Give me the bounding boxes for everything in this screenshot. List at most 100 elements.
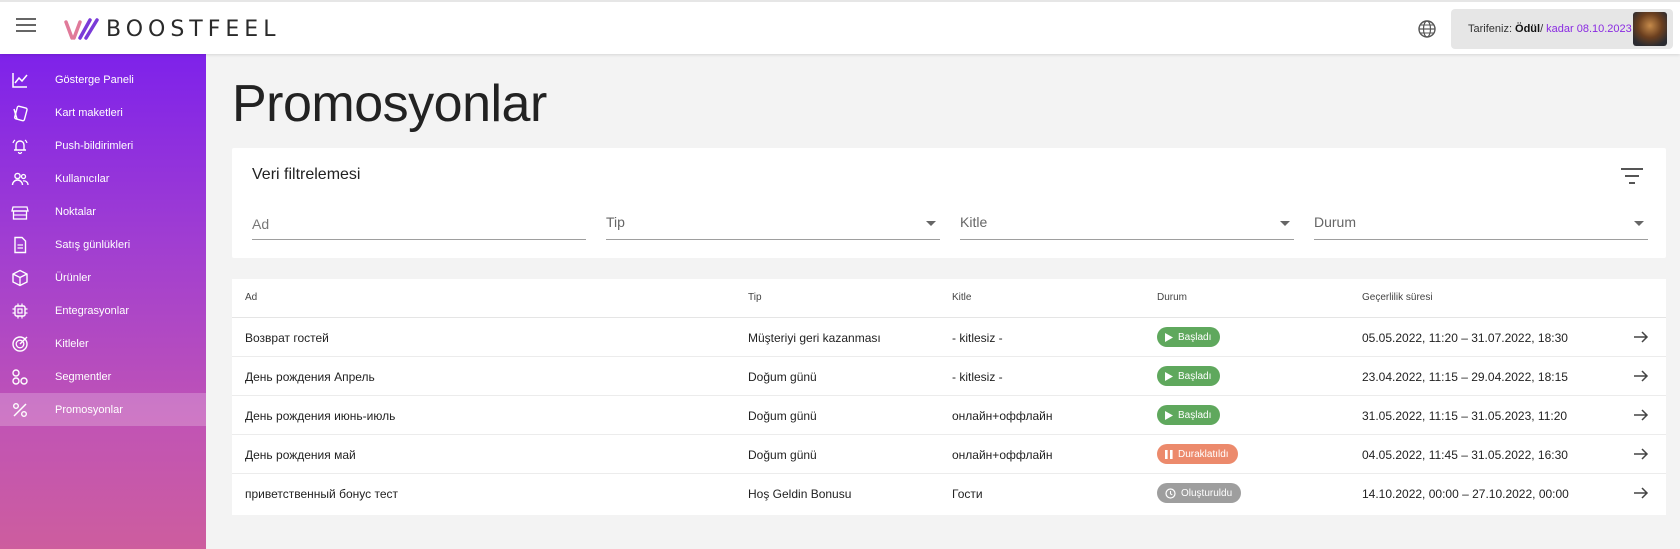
chevron-down-icon [1280,221,1290,226]
sidebar-item-dashboard[interactable]: Gösterge Paneli [0,63,206,96]
arrow-right-icon[interactable] [1633,368,1649,384]
sidebar-item-segments[interactable]: Segmentler [0,360,206,393]
promo-type: Doğum günü [748,409,817,423]
column-header-audience[interactable]: Kitle [952,292,971,303]
column-header-name[interactable]: Ad [245,292,257,303]
arrow-right-icon[interactable] [1633,329,1649,345]
sidebar: Gösterge Paneli Kart maketleri Push-bild… [0,54,206,549]
status-badge: Başladı [1157,366,1221,386]
promo-name: День рождения Апрель [245,370,375,384]
promo-validity: 05.05.2022, 11:20 – 31.07.2022, 18:30 [1362,331,1568,345]
page-title: Promosyonlar [232,75,547,133]
box-icon [12,269,28,286]
cards-icon [13,105,28,121]
status-badge: Başladı [1157,405,1221,425]
promo-validity: 23.04.2022, 11:15 – 29.04.2022, 18:15 [1362,370,1568,384]
logo-mark-icon [64,18,99,40]
tariff-label: Tarifeniz: [1468,23,1513,35]
brand-name: BOOSTFEEL [106,16,281,42]
sidebar-item-label: Kart maketleri [55,106,123,119]
name-field[interactable] [252,214,586,240]
sidebar-item-promotions[interactable]: Promosyonlar [0,393,206,426]
clock-icon [1165,487,1176,499]
arrow-right-icon[interactable] [1633,485,1649,501]
document-icon [14,236,27,253]
segments-icon [12,368,28,385]
sidebar-item-label: Promosyonlar [55,403,123,416]
status-select[interactable]: Durum [1314,214,1648,240]
promo-audience: - kitlesiz - [952,331,1003,345]
type-select-label: Tip [606,214,625,230]
status-badge: Oluşturuldu [1157,483,1242,503]
status-badge: Başladı [1157,327,1221,347]
sidebar-item-integrations[interactable]: Entegrasyonlar [0,294,206,327]
play-icon [1165,371,1173,381]
filter-card: Veri filtrelemesi Tip Kitle Durum [232,148,1666,258]
chip-icon [12,303,28,318]
status-badge: Duraklatıldı [1157,444,1238,464]
table-row[interactable]: День рождения июнь-июль Doğum günü онлайн+… [232,396,1666,435]
top-bar: BOOSTFEEL Tarifeniz: Ödül / kadar 08.10.… [0,0,1680,54]
table-row[interactable]: День рождения Апрель Doğum günü - kitlesiz… [232,357,1666,396]
promo-name: приветственный бонус тест [245,487,398,501]
menu-icon[interactable] [16,18,36,36]
sidebar-item-label: Ürünler [55,271,92,284]
promo-validity: 04.05.2022, 11:45 – 31.05.2022, 16:30 [1362,448,1568,462]
table-row[interactable]: приветственный бонус тест Hoş Geldin Bonu… [232,474,1666,513]
sidebar-item-label: Gösterge Paneli [55,73,134,86]
table-header: Ad Tip Kitle Durum Geçerlilik süresi [232,279,1666,318]
promo-validity: 14.10.2022, 00:00 – 27.10.2022, 00:00 [1362,487,1569,501]
arrow-right-icon[interactable] [1633,446,1649,462]
status-badge-label: Başladı [1178,409,1212,421]
audience-select-label: Kitle [960,214,988,230]
promo-audience: Гости [952,487,983,501]
arrow-right-icon[interactable] [1633,407,1649,423]
type-select[interactable]: Tip [606,214,940,240]
sidebar-item-card-templates[interactable]: Kart maketleri [0,96,206,129]
table-row[interactable]: Возврат гостей Müşteriyi geri kazanması - … [232,318,1666,357]
table-row[interactable]: День рождения май Doğum günü онлайн+оффлай… [232,435,1666,474]
avatar[interactable] [1633,12,1667,46]
sidebar-item-label: Satış günlükleri [55,238,131,251]
globe-icon[interactable] [1417,19,1437,39]
pause-icon [1165,449,1173,459]
sidebar-item-label: Kullanıcılar [55,172,110,185]
promo-name: День рождения июнь-июль [245,409,396,423]
status-badge-label: Duraklatıldı [1178,448,1229,460]
sidebar-item-label: Push-bildirimleri [55,139,134,152]
column-header-validity[interactable]: Geçerlilik süresi [1362,292,1433,303]
sidebar-item-push[interactable]: Push-bildirimleri [0,129,206,162]
filter-title: Veri filtrelemesi [252,166,361,183]
sidebar-item-label: Entegrasyonlar [55,304,129,317]
play-icon [1165,332,1173,342]
promo-audience: - kitlesiz - [952,370,1003,384]
store-icon [11,205,29,220]
chart-line-icon [12,72,28,88]
target-icon [12,335,28,352]
filter-icon[interactable] [1620,166,1644,186]
name-input[interactable] [252,214,586,234]
sidebar-item-products[interactable]: Ürünler [0,261,206,294]
promo-name: День рождения май [245,448,356,462]
tariff-value: Ödül [1515,23,1541,35]
sidebar-item-sales-logs[interactable]: Satış günlükleri [0,228,206,261]
users-icon [11,172,29,185]
sidebar-item-audiences[interactable]: Kitleler [0,327,206,360]
status-select-label: Durum [1314,214,1357,230]
sidebar-item-label: Kitleler [55,337,89,350]
logo[interactable]: BOOSTFEEL [64,16,280,42]
promo-audience: онлайн+оффлайн [952,409,1053,423]
sidebar-item-users[interactable]: Kullanıcılar [0,162,206,195]
audience-select[interactable]: Kitle [960,214,1294,240]
column-header-status[interactable]: Durum [1157,292,1187,303]
status-badge-label: Başladı [1178,331,1212,343]
promotions-table: Ad Tip Kitle Durum Geçerlilik süresi Воз… [232,279,1666,515]
promo-type: Hoş Geldin Bonusu [748,487,852,501]
sidebar-item-points[interactable]: Noktalar [0,195,206,228]
promo-type: Doğum günü [748,370,817,384]
play-icon [1165,410,1173,420]
tariff-box[interactable]: Tarifeniz: Ödül / kadar 08.10.2023 [1451,9,1673,49]
column-header-type[interactable]: Tip [748,292,762,303]
chevron-down-icon [1634,221,1644,226]
promo-type: Müşteriyi geri kazanması [748,331,881,345]
